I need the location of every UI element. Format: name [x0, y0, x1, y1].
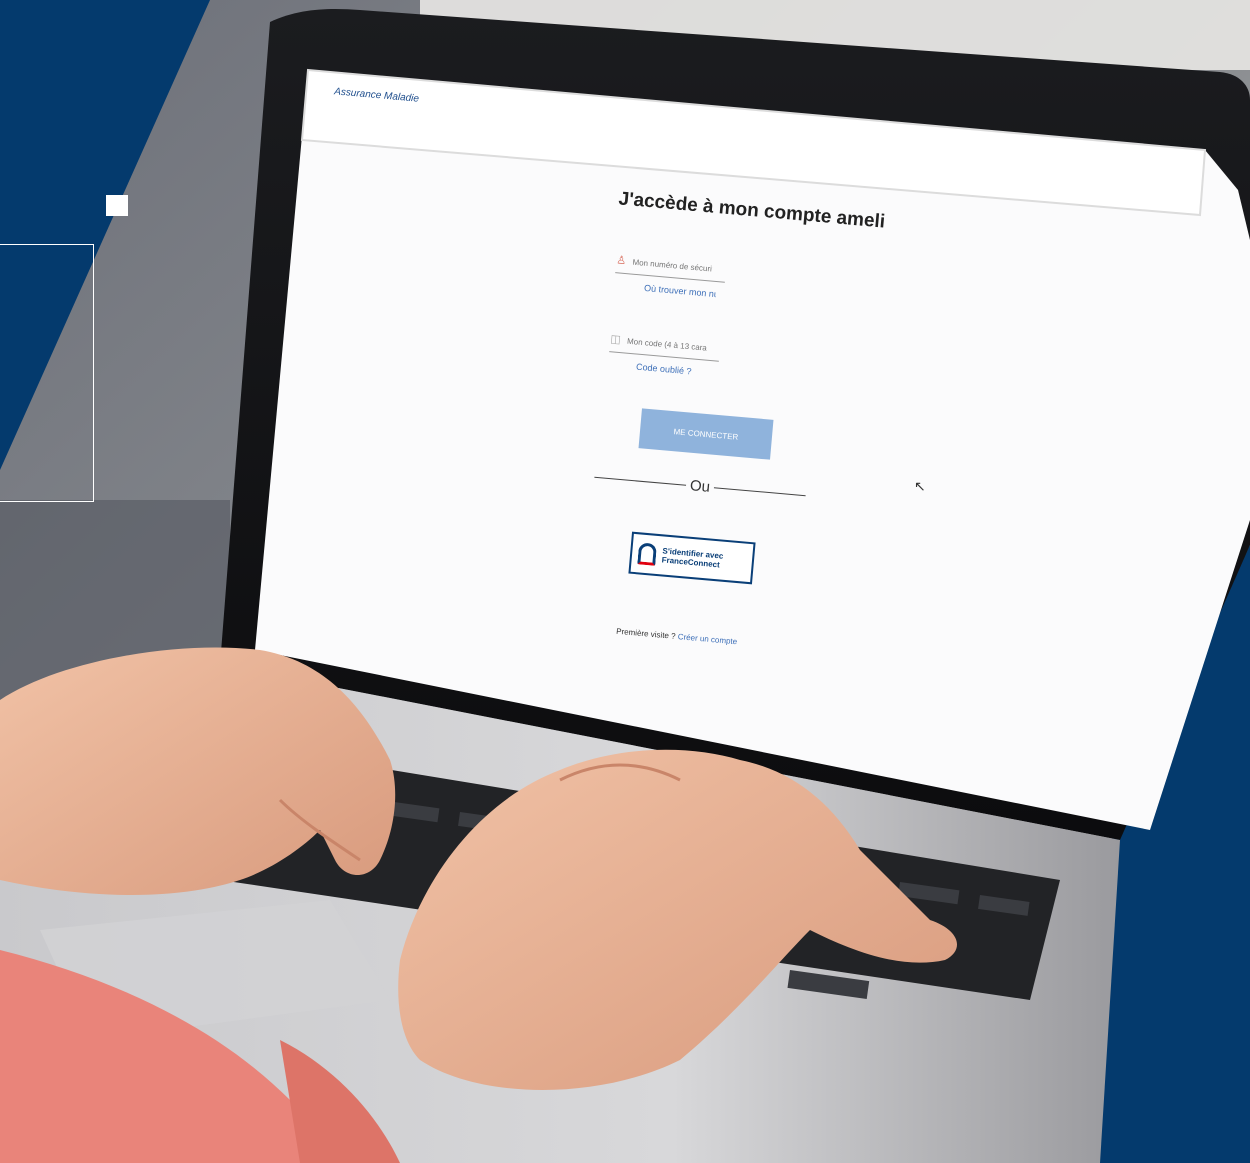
mouse-cursor-icon: ↖ — [914, 478, 926, 494]
logo-text: Assurance Maladie — [333, 86, 420, 105]
page-title: J'accède à mon compte ameli — [617, 188, 886, 233]
assurance-maladie-logo: Assurance Maladie — [334, 86, 420, 104]
franceconnect-button[interactable]: S'identifier avec FranceConnect — [628, 531, 756, 585]
create-account-link[interactable]: Créer un compte — [677, 632, 737, 646]
ameli-login-screen: Assurance Maladie J'accède à mon compte … — [0, 0, 1250, 1163]
separator-line-right — [713, 487, 806, 497]
forgot-code-link[interactable]: Code oublié ? — [636, 362, 692, 377]
first-visit-text: Première visite ? — [615, 626, 676, 641]
separator-line-left — [594, 476, 687, 486]
code-field[interactable]: ◫ — [609, 329, 721, 362]
lock-icon: ◫ — [609, 333, 622, 347]
code-input[interactable] — [624, 335, 710, 354]
first-visit-line: Première visite ? Créer un compte — [616, 627, 738, 647]
franceconnect-label: S'identifier avec FranceConnect — [661, 546, 723, 569]
connect-button-label: ME CONNECTER — [673, 426, 739, 442]
user-icon: ♙ — [615, 254, 627, 268]
separator-label: Ou — [689, 477, 711, 496]
ssn-input[interactable] — [630, 256, 715, 275]
or-separator: Ou — [594, 469, 807, 504]
ssn-field[interactable]: ♙ — [615, 250, 727, 283]
franceconnect-logo — [637, 542, 658, 566]
ssn-help-link[interactable]: Où trouver mon numéro — [644, 283, 717, 299]
connect-button[interactable]: ME CONNECTER — [638, 408, 774, 460]
